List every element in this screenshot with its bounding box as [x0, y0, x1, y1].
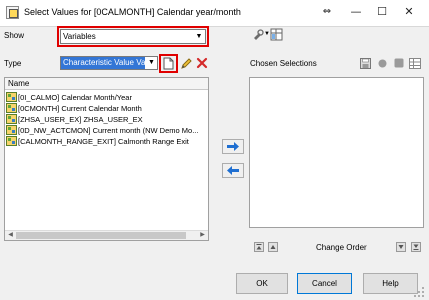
type-label: Type: [4, 59, 22, 68]
list-item[interactable]: [0CMONTH] Current Calendar Month: [6, 103, 206, 114]
change-order-label: Change Order: [316, 243, 367, 252]
show-dropdown[interactable]: Variables: [60, 29, 206, 44]
list-item-label: [ZHSA_USER_EX] ZHSA_USER_EX: [18, 115, 143, 124]
list-item[interactable]: [0D_NW_ACTCMON] Current month (NW Demo M…: [6, 125, 206, 136]
chevron-down-icon[interactable]: ▼: [146, 57, 157, 69]
remove-selection-button[interactable]: [222, 163, 244, 178]
chosen-selections-title: Chosen Selections: [250, 59, 317, 68]
resize-icon[interactable]: ⇔: [316, 4, 338, 20]
layout-icon[interactable]: [270, 28, 283, 41]
square-icon[interactable]: [394, 58, 404, 68]
delete-icon[interactable]: [196, 57, 208, 69]
add-selection-button[interactable]: [222, 139, 244, 154]
move-up-icon[interactable]: [268, 242, 278, 252]
save-icon[interactable]: [360, 58, 371, 69]
arrow-left-icon: [227, 166, 239, 175]
app-icon: [6, 6, 19, 19]
window-title: Select Values for [0CALMONTH] Calendar y…: [24, 7, 241, 17]
circle-icon[interactable]: [378, 59, 387, 68]
help-button[interactable]: Help: [363, 273, 418, 294]
variable-icon: [6, 92, 17, 102]
table-icon[interactable]: [409, 58, 421, 69]
cancel-button[interactable]: Cancel: [297, 273, 352, 294]
ok-button[interactable]: OK: [236, 273, 288, 294]
maximize-button[interactable]: ☐: [371, 4, 393, 20]
minimize-button[interactable]: —: [345, 4, 367, 20]
list-item[interactable]: [CALMONTH_RANGE_EXIT] Calmonth Range Exi…: [6, 136, 206, 147]
chevron-down-icon[interactable]: ▼: [193, 30, 205, 43]
list-item[interactable]: [ZHSA_USER_EX] ZHSA_USER_EX: [6, 114, 206, 125]
tools-icon[interactable]: [252, 29, 264, 41]
move-top-icon[interactable]: [254, 242, 264, 252]
list-item[interactable]: [0I_CALMO] Calendar Month/Year: [6, 92, 206, 103]
list-item-label: [0D_NW_ACTCMON] Current month (NW Demo M…: [18, 126, 199, 135]
list-item-label: [0CMONTH] Current Calendar Month: [18, 104, 142, 113]
list-column-header[interactable]: Name: [5, 78, 208, 90]
new-variable-icon[interactable]: [163, 57, 174, 70]
variable-icon: [6, 136, 17, 146]
resize-grip-icon[interactable]: [413, 286, 425, 298]
list-item-label: [0I_CALMO] Calendar Month/Year: [18, 93, 132, 102]
scrollbar-thumb[interactable]: [16, 232, 186, 239]
chosen-selections-list[interactable]: [249, 77, 424, 228]
edit-icon[interactable]: [180, 57, 192, 70]
show-label: Show: [4, 31, 25, 40]
move-bottom-icon[interactable]: [411, 242, 421, 252]
arrow-right-icon: [227, 142, 239, 151]
scroll-left-icon[interactable]: ◀: [6, 231, 15, 240]
variable-icon: [6, 114, 17, 124]
move-down-icon[interactable]: [396, 242, 406, 252]
close-button[interactable]: ✕: [398, 4, 420, 20]
variable-icon: [6, 103, 17, 113]
type-dropdown-value[interactable]: Characteristic Value Va: [61, 57, 145, 69]
variable-icon: [6, 125, 17, 135]
scroll-right-icon[interactable]: ▶: [198, 231, 207, 240]
list-item-label: [CALMONTH_RANGE_EXIT] Calmonth Range Exi…: [18, 137, 189, 146]
